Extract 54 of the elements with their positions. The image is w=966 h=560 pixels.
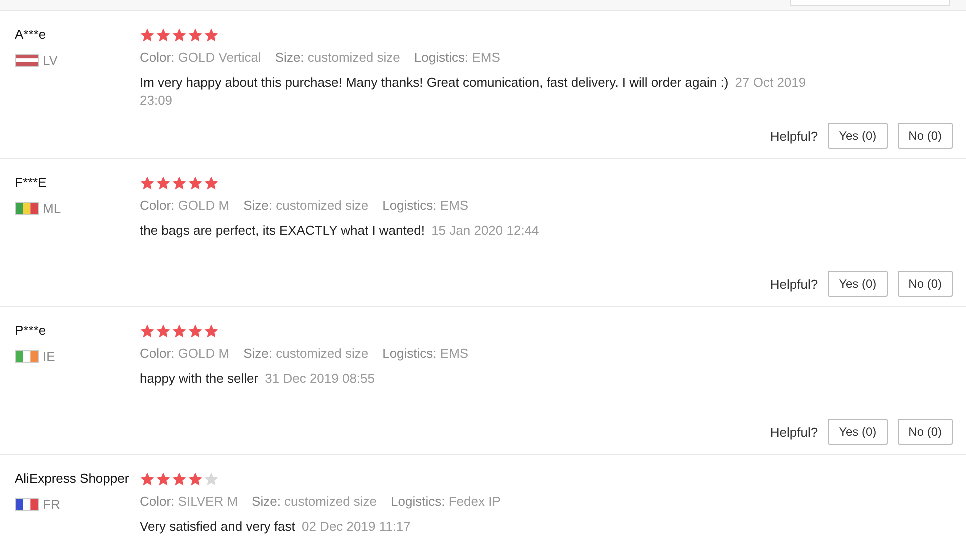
yes-button[interactable]: Yes (0)	[828, 123, 888, 149]
country-code: LV	[43, 53, 58, 68]
product-attribute: Color: GOLD M	[140, 198, 230, 213]
product-attribute: Logistics: EMS	[382, 346, 469, 361]
country-code: IE	[43, 349, 56, 364]
review-text: the bags are perfect, its EXACTLY what I wanted! 15 Jan 2020 12:44	[140, 222, 540, 240]
product-attribute: Color: GOLD M	[140, 346, 230, 361]
review-text: happy with the seller 31 Dec 2019 08:55	[140, 370, 376, 388]
star-icon	[204, 176, 219, 191]
star-icon	[156, 324, 171, 339]
sort-field[interactable]	[790, 0, 950, 6]
star-icon	[140, 176, 155, 191]
product-attribute: Color: GOLD Vertical	[140, 50, 262, 65]
star-icon	[140, 472, 155, 487]
star-icon	[204, 472, 219, 487]
product-attribute: Size: customized size	[244, 198, 369, 213]
country-code: ML	[43, 201, 62, 216]
star-icon	[188, 324, 203, 339]
product-attribute: Logistics: EMS	[414, 50, 500, 65]
yes-button[interactable]: Yes (0)	[828, 271, 888, 297]
country-code: FR	[43, 497, 60, 512]
star-icon	[188, 176, 203, 191]
product-attribute: Size: customized size	[252, 494, 378, 509]
no-button[interactable]: No (0)	[898, 271, 953, 297]
helpful-label: Helpful?	[770, 276, 818, 292]
no-button[interactable]: No (0)	[898, 419, 953, 445]
product-attribute: Color: SILVER M	[140, 494, 238, 509]
star-icon	[156, 28, 171, 43]
review-text: Very satisfied and very fast 02 Dec 2019 11:17	[140, 518, 412, 536]
star-icon	[156, 176, 171, 191]
star-icon	[172, 28, 187, 43]
product-attribute: Logistics: Fedex IP	[391, 494, 501, 509]
reviewer-name: A***e	[15, 27, 46, 43]
reviewer-name: P***e	[15, 323, 46, 339]
star-icon	[140, 28, 155, 43]
reviewer-name: AliExpress Shopper	[15, 471, 130, 487]
no-button[interactable]: No (0)	[898, 123, 953, 149]
star-icon	[156, 472, 171, 487]
reviewer-name: F***E	[15, 175, 47, 191]
yes-button[interactable]: Yes (0)	[828, 419, 888, 445]
star-icon	[140, 324, 155, 339]
star-icon	[204, 28, 219, 43]
star-icon	[188, 472, 203, 487]
helpful-label: Helpful?	[770, 424, 818, 440]
star-icon	[172, 472, 187, 487]
helpful-label: Helpful?	[770, 128, 818, 144]
star-icon	[204, 324, 219, 339]
star-icon	[172, 176, 187, 191]
star-icon	[188, 28, 203, 43]
star-icon	[172, 324, 187, 339]
review-text: Im very happy about this purchase! Many thanks! Great comunication, fast delivery. I will order again :) 27 Oct 2019 23:09	[140, 74, 808, 110]
product-attribute: Logistics: EMS	[382, 198, 469, 213]
product-attribute: Size: customized size	[275, 50, 400, 65]
product-attribute: Size: customized size	[244, 346, 369, 361]
